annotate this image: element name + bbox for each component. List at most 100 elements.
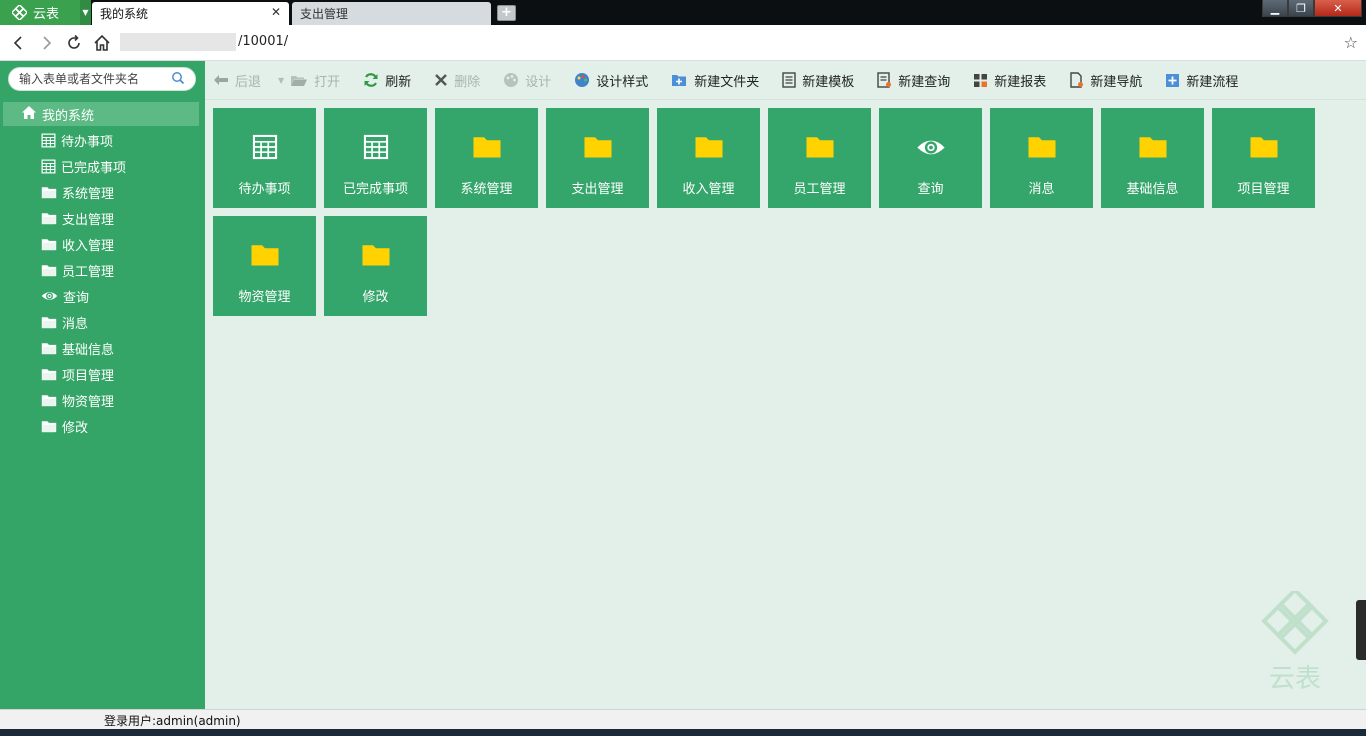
close-window-button[interactable]: ✕ [1314, 0, 1362, 17]
tile-grid: 待办事项 已完成事项 系统管理 支出管理 收入管理 员工管理 查询 消息 基础信息 项目管理物资管… [213, 108, 1323, 316]
os-taskbar [0, 729, 1366, 736]
sidebar-item[interactable]: 系统管理 [0, 179, 205, 205]
refresh-button[interactable]: 刷新 [363, 71, 411, 90]
sidebar-item[interactable]: 修改 [0, 413, 205, 439]
logged-in-user: 登录用户:admin(admin) [104, 714, 241, 728]
new-folder-button[interactable]: 新建文件夹 [671, 71, 759, 90]
navigation-doc-icon [1070, 72, 1084, 88]
sidebar-item[interactable]: 基础信息 [0, 335, 205, 361]
table-icon [41, 159, 56, 174]
tile-label: 查询 [917, 182, 944, 197]
app-menu-button[interactable]: 云表 [0, 0, 80, 25]
minimize-icon: ▁ [1270, 1, 1280, 15]
new-flow-label: 新建流程 [1186, 74, 1239, 90]
tile[interactable]: 物资管理 [213, 216, 316, 316]
tile[interactable]: 待办事项 [213, 108, 316, 208]
sidebar-item[interactable]: 查询 [0, 283, 205, 309]
tile-label: 员工管理 [793, 182, 846, 197]
folder-icon [41, 316, 57, 329]
back-arrow-icon[interactable] [8, 33, 28, 53]
palette-icon [575, 73, 590, 87]
query-doc-icon [877, 72, 892, 88]
arrow-left-icon [214, 75, 228, 85]
new-flow-icon [1166, 73, 1180, 87]
tile[interactable]: 系统管理 [435, 108, 538, 208]
tile[interactable]: 基础信息 [1101, 108, 1204, 208]
folder-icon [41, 238, 57, 251]
tile[interactable]: 收入管理 [657, 108, 760, 208]
tab-my-system[interactable]: 我的系统 ✕ [92, 2, 289, 25]
sidebar-search [8, 67, 196, 91]
forward-arrow-icon[interactable] [37, 33, 57, 53]
watermark-text: 云表 [1269, 664, 1321, 694]
table-icon [252, 132, 278, 162]
search-input[interactable] [19, 68, 169, 90]
sidebar-item[interactable]: 物资管理 [0, 387, 205, 413]
sidebar-item[interactable]: 员工管理 [0, 257, 205, 283]
tile-label: 系统管理 [460, 182, 513, 197]
back-button[interactable]: 后退 [213, 71, 261, 90]
tile-label: 物资管理 [238, 290, 291, 305]
design-style-button[interactable]: 设计样式 [574, 71, 648, 90]
close-icon[interactable]: ✕ [271, 5, 281, 19]
sidebar-item-label: 查询 [63, 290, 90, 306]
new-nav-button[interactable]: 新建导航 [1069, 71, 1142, 90]
new-nav-label: 新建导航 [1090, 74, 1143, 90]
new-flow-button[interactable]: 新建流程 [1165, 71, 1238, 90]
folder-icon [41, 186, 57, 199]
sidebar-item[interactable]: 项目管理 [0, 361, 205, 387]
folder-icon [805, 132, 835, 162]
sidebar-item-label: 基础信息 [62, 342, 115, 358]
new-tab-button[interactable]: + [497, 5, 516, 21]
refresh-icon [364, 73, 378, 87]
sidebar-item-my-system[interactable]: 我的系统 [3, 102, 199, 126]
browser-titlebar: 云表 ▼ 我的系统 ✕ 支出管理 + ▁ ❐ ✕ [0, 0, 1366, 25]
reload-icon[interactable] [64, 33, 84, 53]
folder-icon [250, 240, 280, 270]
tile-label: 基础信息 [1126, 182, 1179, 197]
folder-icon [1138, 132, 1168, 162]
tile[interactable]: 支出管理 [546, 108, 649, 208]
design-button[interactable]: 设计 [503, 71, 551, 90]
sidebar-item[interactable]: 消息 [0, 309, 205, 335]
tile[interactable]: 消息 [990, 108, 1093, 208]
report-grid-icon [974, 73, 988, 87]
bookmark-star-icon[interactable]: ☆ [1344, 33, 1358, 52]
new-query-button[interactable]: 新建查询 [877, 71, 950, 90]
delete-button[interactable]: 删除 [434, 71, 480, 90]
url-field[interactable]: /10001/ [238, 34, 288, 49]
tile-label: 收入管理 [682, 182, 735, 197]
tile[interactable]: 修改 [324, 216, 427, 316]
new-template-button[interactable]: 新建模板 [782, 71, 854, 90]
minimize-button[interactable]: ▁ [1262, 0, 1288, 17]
sidebar-item[interactable]: 待办事项 [0, 127, 205, 153]
sidebar-item[interactable]: 收入管理 [0, 231, 205, 257]
side-scroll-handle[interactable] [1356, 600, 1366, 660]
tab-expense-management[interactable]: 支出管理 [292, 2, 491, 25]
folder-icon [41, 394, 57, 407]
delete-label: 删除 [454, 74, 481, 90]
sidebar-item-label: 物资管理 [62, 394, 115, 410]
restore-icon: ❐ [1296, 1, 1306, 15]
tile[interactable]: 已完成事项 [324, 108, 427, 208]
tile-label: 已完成事项 [342, 182, 408, 197]
app-menu-dropdown[interactable]: ▼ [80, 0, 91, 25]
new-folder-icon [672, 75, 687, 86]
open-button[interactable]: ▼ 打开 [278, 71, 340, 90]
maximize-button[interactable]: ❐ [1288, 0, 1314, 17]
sidebar-item[interactable]: 支出管理 [0, 205, 205, 231]
app-name: 云表 [33, 7, 60, 22]
eye-icon [41, 290, 58, 302]
yunbiao-watermark-logo: 云表 [1261, 591, 1329, 694]
sidebar-item[interactable]: 已完成事项 [0, 153, 205, 179]
sidebar-item-label: 收入管理 [62, 238, 115, 254]
tab-label: 支出管理 [300, 7, 349, 21]
home-icon[interactable] [92, 33, 112, 53]
new-report-button[interactable]: 新建报表 [973, 71, 1046, 90]
back-label: 后退 [235, 74, 262, 90]
tile[interactable]: 员工管理 [768, 108, 871, 208]
tile[interactable]: 查询 [879, 108, 982, 208]
search-icon[interactable] [171, 71, 185, 89]
new-folder-label: 新建文件夹 [694, 74, 760, 90]
tile[interactable]: 项目管理 [1212, 108, 1315, 208]
